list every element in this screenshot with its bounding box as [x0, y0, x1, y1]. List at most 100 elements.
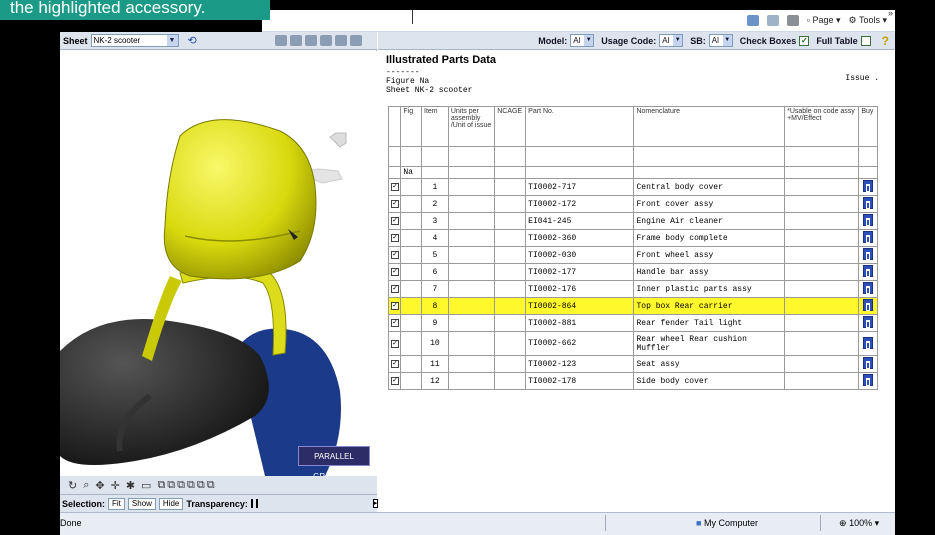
select-checkbox[interactable]: ✓ [391, 377, 399, 385]
buy-cell[interactable] [858, 297, 878, 315]
chevron-more-icon[interactable]: » [888, 8, 893, 18]
grid-icon[interactable] [290, 35, 302, 46]
chevron-down-icon[interactable]: ▼ [584, 35, 594, 46]
select-checkbox-cell[interactable]: ✓ [387, 246, 402, 264]
select-checkbox-cell[interactable]: ✓ [387, 331, 402, 356]
table-row[interactable]: ✓ 9 TI0002-881 Rear fender Tail light [387, 314, 878, 332]
frame-icon[interactable]: ▭ [141, 479, 151, 492]
select-checkbox[interactable]: ✓ [391, 302, 399, 310]
table-row[interactable]: ✓ 8 TI0002-864 Top box Rear carrier [387, 297, 878, 315]
center-icon[interactable]: ✱ [126, 479, 135, 492]
show-button[interactable]: Show [127, 497, 156, 510]
select-checkbox-cell[interactable]: ✓ [387, 280, 402, 298]
buy-icon[interactable] [863, 316, 874, 328]
feeds-icon[interactable] [766, 15, 779, 26]
select-checkbox-cell[interactable]: ✓ [387, 263, 402, 281]
select-checkbox[interactable]: ✓ [391, 319, 399, 327]
buy-icon[interactable] [863, 374, 874, 386]
fit-button[interactable]: Fit [108, 497, 125, 510]
select-checkbox-cell[interactable]: ✓ [387, 178, 402, 196]
chevron-down-icon[interactable]: ▼ [166, 35, 178, 46]
buy-icon[interactable] [863, 299, 874, 311]
table-row[interactable]: ✓ 7 TI0002-176 Inner plastic parts assy [387, 280, 878, 298]
explode-icon[interactable] [305, 35, 317, 46]
buy-cell[interactable] [858, 178, 878, 196]
select-checkbox[interactable]: ✓ [391, 217, 399, 225]
box-icon[interactable] [335, 35, 347, 46]
table-row[interactable]: ✓ 5 TI0002-030 Front wheel assy [387, 246, 878, 264]
select-checkbox-cell[interactable]: ✓ [387, 297, 402, 315]
buy-icon[interactable] [863, 231, 874, 243]
buy-cell[interactable] [858, 355, 878, 373]
usage-code-select[interactable]: Al ▼ [659, 34, 684, 47]
table-row[interactable]: ✓ 12 TI0002-178 Side body cover [387, 372, 878, 390]
table-row[interactable]: ✓ 2 TI0002-172 Front cover assy [387, 195, 878, 213]
tools-menu[interactable]: ⚙ Tools ▾ [849, 15, 887, 26]
sheet-select[interactable]: NK-2 scooter ▼ [90, 34, 179, 47]
select-checkbox-cell[interactable]: ✓ [387, 372, 402, 390]
buy-cell[interactable] [858, 263, 878, 281]
buy-cell[interactable] [858, 195, 878, 213]
scooter-model[interactable] [60, 51, 377, 476]
buy-icon[interactable] [863, 336, 874, 349]
select-checkbox[interactable]: ✓ [391, 200, 399, 208]
security-zone: ■ My Computer [696, 518, 758, 528]
transparency-on[interactable] [250, 499, 253, 508]
chevron-down-icon[interactable]: ▼ [722, 35, 732, 46]
rotate-icon[interactable]: ↻ [68, 479, 77, 492]
buy-icon[interactable] [863, 197, 874, 209]
select-checkbox-cell[interactable]: ✓ [387, 212, 402, 230]
refresh-icon[interactable]: ⟲ [188, 34, 197, 47]
buy-icon[interactable] [863, 265, 874, 277]
buy-icon[interactable] [863, 180, 874, 192]
hide-button[interactable]: Hide [158, 497, 184, 510]
zoom-icon[interactable]: ⌕ [83, 479, 89, 492]
camera-icon[interactable] [275, 35, 287, 46]
table-row[interactable]: ✓ 1 TI0002-717 Central body cover [387, 178, 878, 196]
select-checkbox-cell[interactable]: ✓ [387, 195, 402, 213]
pointer-icon[interactable] [320, 35, 332, 46]
select-checkbox[interactable]: ✓ [391, 183, 399, 191]
buy-cell[interactable] [858, 280, 878, 298]
3d-viewport[interactable]: PARALLEL GRAPHICS [60, 51, 377, 476]
select-checkbox[interactable]: ✓ [391, 285, 399, 293]
buy-icon[interactable] [863, 214, 874, 226]
table-row[interactable]: ✓ 6 TI0002-177 Handle bar assy [387, 263, 878, 281]
view-presets-icon[interactable]: ⧉⧉⧉⧉⧉⧉ [157, 479, 216, 492]
home-icon[interactable] [746, 15, 759, 26]
select-checkbox[interactable]: ✓ [391, 234, 399, 242]
buy-icon[interactable] [863, 357, 874, 369]
buy-cell[interactable] [858, 246, 878, 264]
check-boxes-checkbox[interactable]: ✓ [799, 35, 810, 46]
layers-icon[interactable] [350, 35, 362, 46]
page-menu[interactable]: ▫ Page ▾ [807, 15, 841, 26]
model-select[interactable]: Al ▼ [570, 34, 595, 47]
table-row[interactable]: ✓ 11 TI0002-123 Seat assy [387, 355, 878, 373]
full-table-checkbox[interactable] [860, 35, 871, 46]
buy-cell[interactable] [858, 314, 878, 332]
table-row[interactable]: ✓ 4 TI0002-360 Frame body complete [387, 229, 878, 247]
pan-icon[interactable]: ✥ [95, 479, 104, 492]
sb-select[interactable]: Al ▼ [708, 34, 733, 47]
zoom-level[interactable]: ⊕ 100% ▾ [839, 518, 879, 529]
select-checkbox-cell[interactable]: ✓ [387, 314, 402, 332]
buy-icon[interactable] [863, 248, 874, 260]
buy-cell[interactable] [858, 212, 878, 230]
select-checkbox[interactable]: ✓ [391, 251, 399, 259]
buy-cell[interactable] [858, 331, 878, 356]
select-checkbox-cell[interactable]: ✓ [387, 229, 402, 247]
transparency-off[interactable] [255, 499, 258, 508]
help-icon[interactable]: ? [882, 34, 889, 48]
select-checkbox[interactable]: ✓ [391, 339, 399, 348]
print-icon[interactable] [786, 15, 799, 26]
select-checkbox[interactable]: ✓ [391, 268, 399, 276]
table-row[interactable]: ✓ 3 EI041-245 Engine Air cleaner [387, 212, 878, 230]
chevron-down-icon[interactable]: ▼ [673, 35, 683, 46]
table-row[interactable]: ✓ 10 TI0002-662 Rear wheel Rear cushion Muf… [387, 331, 878, 356]
buy-cell[interactable] [858, 372, 878, 390]
buy-icon[interactable] [863, 282, 874, 294]
buy-cell[interactable] [858, 229, 878, 247]
move-icon[interactable]: ✛ [111, 479, 120, 492]
select-checkbox[interactable]: ✓ [391, 360, 399, 368]
select-checkbox-cell[interactable]: ✓ [387, 355, 402, 373]
